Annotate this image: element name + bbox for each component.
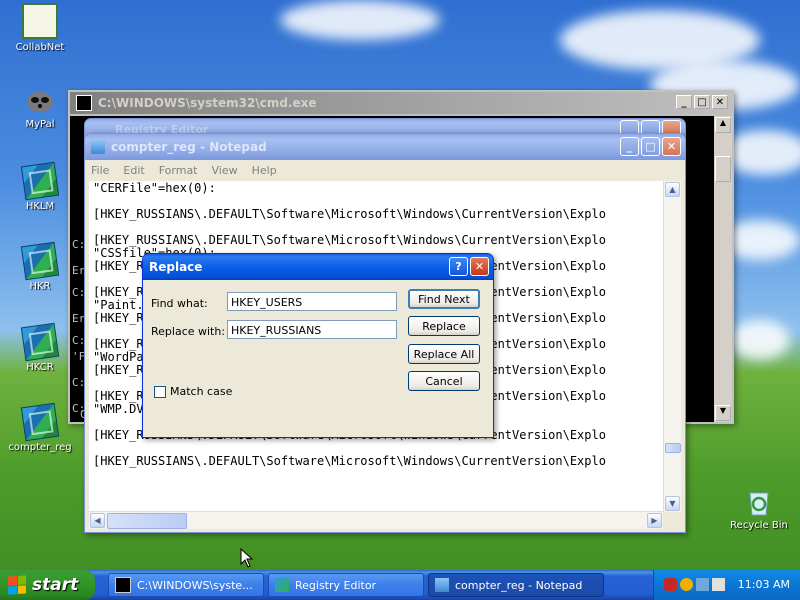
scroll-up-button[interactable]: ▲ <box>665 182 680 197</box>
desktop-icon-label: CollabNet <box>15 42 65 53</box>
replace-form: Find what: HKEY_USERS Replace with: HKEY… <box>143 280 493 437</box>
menu-edit[interactable]: Edit <box>123 164 144 177</box>
match-case-label: Match case <box>170 385 233 398</box>
taskbar-item-registry-editor[interactable]: Registry Editor <box>268 573 424 597</box>
notepad-titlebar[interactable]: compter_reg - Notepad _ □ ✕ <box>85 134 685 160</box>
close-button[interactable]: ✕ <box>470 257 489 276</box>
start-label: start <box>32 575 79 595</box>
desktop-icon-hklm[interactable]: HKLM <box>5 161 75 212</box>
replace-with-input[interactable]: HKEY_RUSSIANS <box>227 320 397 339</box>
desktop-icon-recycle-bin[interactable]: Recycle Bin <box>724 485 794 531</box>
alert-icon[interactable] <box>680 578 693 591</box>
menu-file[interactable]: File <box>91 164 109 177</box>
replace-titlebar[interactable]: Replace ? ✕ <box>143 254 493 280</box>
desktop-icon-label: HKCR <box>26 362 54 373</box>
maximize-button[interactable]: □ <box>694 95 710 109</box>
replace-with-label: Replace with: <box>151 325 226 338</box>
close-button[interactable]: ✕ <box>662 137 681 156</box>
cmd-icon <box>76 95 92 111</box>
replace-button[interactable]: Replace <box>408 316 480 336</box>
desktop-icon-collabnet[interactable]: CollabNet <box>5 3 75 53</box>
registry-file-icon <box>20 241 60 281</box>
clock[interactable]: 11:03 AM <box>738 578 790 591</box>
scroll-up-button[interactable]: ▲ <box>715 117 731 133</box>
scroll-thumb[interactable] <box>715 156 731 182</box>
notepad-horizontal-scrollbar[interactable]: ◀ ▶ <box>89 511 663 529</box>
maximize-button[interactable]: □ <box>641 137 660 156</box>
system-tray: 11:03 AM <box>653 570 800 600</box>
menu-view[interactable]: View <box>212 164 238 177</box>
task-label: compter_reg - Notepad <box>455 578 583 592</box>
menu-format[interactable]: Format <box>159 164 198 177</box>
find-what-input[interactable]: HKEY_USERS <box>227 292 397 311</box>
taskbar: start C:\WINDOWS\syste... Registry Edito… <box>0 570 800 600</box>
registry-file-icon <box>20 322 60 362</box>
registry-file-icon <box>20 161 60 201</box>
close-button[interactable]: ✕ <box>712 95 728 109</box>
desktop-icon-label: compter_reg <box>8 442 72 453</box>
replace-dialog[interactable]: Replace ? ✕ Find what: HKEY_USERS Replac… <box>142 253 494 438</box>
desktop-icon-label: Recycle Bin <box>730 520 788 531</box>
desktop-icon-label: MyPal <box>25 119 55 130</box>
match-case-checkbox[interactable] <box>154 386 166 398</box>
find-what-label: Find what: <box>151 297 208 310</box>
replace-all-button[interactable]: Replace All <box>408 344 480 364</box>
windows-flag-icon <box>8 575 26 595</box>
task-label: Registry Editor <box>295 578 377 592</box>
scroll-thumb[interactable] <box>107 513 187 529</box>
volume-icon[interactable] <box>712 578 725 591</box>
cmd-scrollbar[interactable]: ▲ ▼ <box>714 116 732 422</box>
recycle-bin-icon <box>743 485 775 517</box>
registry-editor-icon <box>275 578 289 592</box>
help-button[interactable]: ? <box>449 257 468 276</box>
desktop-icon-hkcr[interactable]: HKCR <box>5 322 75 373</box>
raccoon-icon <box>24 84 56 116</box>
collabnet-icon <box>22 3 58 39</box>
text-line: "CERFile"=hex(0): <box>93 181 216 195</box>
text-line: [HKEY_RUSSIANS\.DEFAULT\Software\Microso… <box>93 207 606 221</box>
desktop-icon-label: HKR <box>29 281 51 292</box>
desktop-icon-mypal[interactable]: MyPal <box>5 84 75 130</box>
menu-bar: File Edit Format View Help <box>85 160 685 180</box>
notepad-title: compter_reg - Notepad <box>111 140 267 154</box>
cmd-icon <box>115 577 131 593</box>
notepad-vertical-scrollbar[interactable]: ▲ ▼ <box>663 181 681 512</box>
mouse-cursor-icon <box>240 548 254 568</box>
minimize-button[interactable]: _ <box>676 95 692 109</box>
cmd-title: C:\WINDOWS\system32\cmd.exe <box>98 96 317 110</box>
text-line: [HKEY_RUSSIANS\.DEFAULT\Software\Microso… <box>93 233 606 247</box>
cmd-titlebar[interactable]: C:\WINDOWS\system32\cmd.exe _ □ ✕ <box>70 92 732 114</box>
notepad-icon <box>91 140 105 154</box>
taskbar-item-notepad[interactable]: compter_reg - Notepad <box>428 573 604 597</box>
menu-help[interactable]: Help <box>252 164 277 177</box>
scroll-right-button[interactable]: ▶ <box>647 513 662 528</box>
replace-title: Replace <box>149 260 203 274</box>
desktop-icon-compter-reg[interactable]: compter_reg <box>5 402 75 453</box>
scroll-thumb[interactable] <box>665 443 681 453</box>
find-next-button[interactable]: Find Next <box>408 289 480 309</box>
scroll-down-button[interactable]: ▼ <box>665 496 680 511</box>
security-shield-icon[interactable] <box>664 578 677 591</box>
cancel-button[interactable]: Cancel <box>408 371 480 391</box>
scroll-left-button[interactable]: ◀ <box>90 513 105 528</box>
desktop-icon-hkr[interactable]: HKR <box>5 241 75 292</box>
text-line: [HKEY_RUSSIANS\.DEFAULT\Software\Microso… <box>93 454 606 468</box>
desktop-icon-label: HKLM <box>25 201 55 212</box>
minimize-button[interactable]: _ <box>620 137 639 156</box>
start-button[interactable]: start <box>0 570 95 600</box>
registry-file-icon <box>20 402 60 442</box>
taskbar-item-cmd[interactable]: C:\WINDOWS\syste... <box>108 573 264 597</box>
notepad-icon <box>435 578 449 592</box>
scroll-down-button[interactable]: ▼ <box>715 405 731 421</box>
task-label: C:\WINDOWS\syste... <box>137 578 253 592</box>
network-icon[interactable] <box>696 578 709 591</box>
